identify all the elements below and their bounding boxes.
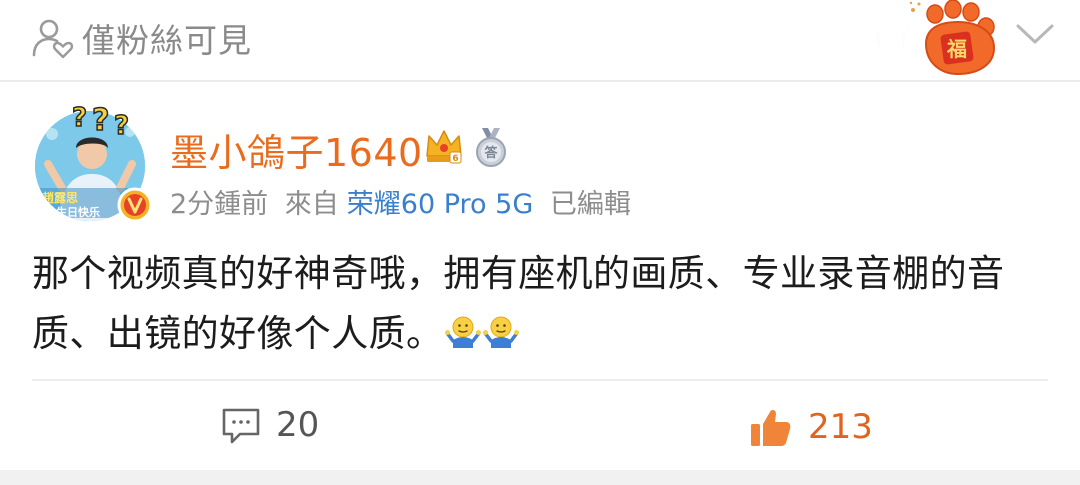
badge-char: 福 <box>946 37 967 61</box>
content-line-2: 质、出镜的好像个人质。 <box>32 312 444 355</box>
edited-label[interactable]: 已編輯 <box>550 189 631 220</box>
medal-icon[interactable]: 答 <box>472 126 510 168</box>
post-header-bar: 僅粉絲可見 虎气来了 福 <box>0 0 1080 80</box>
post-meta: 2分鍾前 來自 荣耀60 Pro 5G 已編輯 <box>170 182 639 221</box>
visibility-label: 僅粉絲可見 <box>82 21 252 60</box>
content-line-1: 那个视频真的好神奇哦，拥有座机的画质、专业录音棚的音 <box>32 252 1005 295</box>
shrug-emoji <box>483 316 520 348</box>
source-device-link[interactable]: 荣耀60 Pro 5G <box>347 189 533 220</box>
svg-text:6: 6 <box>452 154 458 164</box>
medal-char: 答 <box>484 145 498 161</box>
crown-icon[interactable]: 6 <box>424 126 464 166</box>
thumbs-up-icon <box>751 409 791 446</box>
like-button[interactable]: 213 <box>748 404 873 450</box>
tiger-year-badge[interactable]: 虎气来了 福 <box>818 0 1003 80</box>
comment-count: 20 <box>276 405 320 445</box>
svg-text:?: ? <box>92 104 109 138</box>
svg-text:?: ? <box>114 111 129 141</box>
content-divider <box>32 379 1048 381</box>
bottom-separator <box>0 470 1080 485</box>
header-divider <box>0 80 1080 82</box>
comment-button[interactable]: 20 <box>220 404 319 446</box>
post-content[interactable]: 那个视频真的好神奇哦，拥有座机的画质、专业录音棚的音 质、出镜的好像个人质。 <box>32 244 1052 364</box>
verified-v-icon <box>117 187 153 223</box>
user-heart-icon <box>32 19 74 59</box>
visibility-indicator: 僅粉絲可見 <box>30 14 252 62</box>
post-time: 2分鍾前 <box>170 189 269 220</box>
like-count: 213 <box>808 407 873 447</box>
comment-icon <box>222 408 260 444</box>
author-name[interactable]: 墨小鴿子1640 <box>170 122 423 177</box>
chevron-down-icon[interactable] <box>1014 18 1056 50</box>
avatar-caption-2: 生日快乐 <box>56 205 100 219</box>
paw-icon: 福 <box>924 0 996 76</box>
source-prefix: 來自 <box>284 189 339 220</box>
content-line-2-wrap: 质、出镜的好像个人质。 <box>32 304 1052 364</box>
avatar-caption-1: 趙露思 <box>42 190 78 205</box>
svg-text:?: ? <box>72 104 87 133</box>
avatar[interactable]: 趙露思 生日快乐 ? ? ? <box>32 104 156 224</box>
badge-text: 虎气来了 <box>818 22 917 63</box>
shrug-emoji <box>445 316 482 348</box>
